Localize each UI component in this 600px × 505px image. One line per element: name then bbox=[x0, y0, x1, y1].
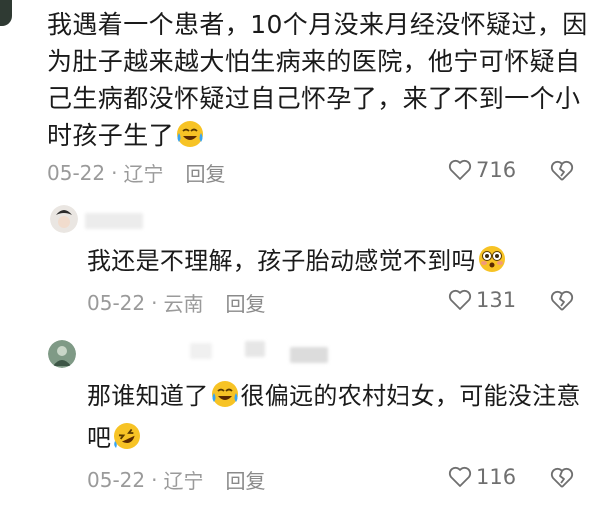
heart-icon bbox=[448, 466, 472, 487]
redacted-username bbox=[245, 341, 265, 357]
like-button[interactable]: 131 bbox=[448, 288, 516, 312]
like-count: 716 bbox=[476, 158, 517, 182]
reply-meta: 05-22 · 辽宁 回复 bbox=[87, 465, 265, 494]
heart-icon bbox=[448, 159, 472, 180]
reply-date: 05-22 bbox=[87, 290, 146, 315]
reply-button[interactable]: 回复 bbox=[225, 465, 265, 494]
crying-laughing-emoji-icon bbox=[210, 379, 240, 420]
reply-button[interactable]: 回复 bbox=[185, 158, 225, 187]
reply-date: 05-22 bbox=[87, 467, 146, 492]
comment-text: 我遇着一个患者，10个月没来月经没怀疑过，因为肚子越来越大怕生病来的医院，他宁可… bbox=[47, 6, 592, 159]
like-count: 116 bbox=[476, 465, 517, 489]
meta-separator: · bbox=[151, 467, 158, 492]
heart-icon bbox=[448, 289, 472, 310]
comment-location: 辽宁 bbox=[123, 162, 164, 186]
reply-avatar[interactable] bbox=[48, 340, 76, 368]
reply-text: 我还是不理解，孩子胎动感觉不到吗 bbox=[87, 243, 587, 285]
redacted-username bbox=[290, 347, 328, 363]
crying-laughing-emoji-icon bbox=[175, 119, 205, 159]
like-button[interactable]: 716 bbox=[448, 158, 516, 182]
reply-location: 云南 bbox=[163, 292, 204, 316]
redacted-username bbox=[190, 343, 212, 359]
broken-heart-icon[interactable] bbox=[550, 467, 574, 489]
broken-heart-icon[interactable] bbox=[550, 290, 574, 312]
reply-location: 辽宁 bbox=[163, 469, 204, 493]
meta-separator: · bbox=[151, 290, 158, 315]
flushed-emoji-icon bbox=[477, 244, 507, 285]
like-count: 131 bbox=[476, 288, 517, 312]
author-avatar[interactable] bbox=[0, 0, 12, 26]
comment-body: 我遇着一个患者，10个月没来月经没怀疑过，因为肚子越来越大怕生病来的医院，他宁可… bbox=[47, 10, 588, 150]
reply-button[interactable]: 回复 bbox=[225, 288, 265, 317]
redacted-username bbox=[85, 213, 143, 229]
comment-meta: 05-22 · 辽宁 回复 bbox=[47, 158, 225, 187]
reply-body: 我还是不理解，孩子胎动感觉不到吗 bbox=[87, 247, 476, 275]
reply-avatar[interactable] bbox=[50, 205, 78, 233]
reply-body: 那谁知道了 bbox=[87, 382, 209, 410]
broken-heart-icon[interactable] bbox=[550, 160, 574, 182]
like-button[interactable]: 116 bbox=[448, 465, 516, 489]
comment-date: 05-22 bbox=[47, 160, 106, 185]
rolling-laughing-emoji-icon bbox=[112, 421, 142, 462]
meta-separator: · bbox=[111, 160, 118, 185]
reply-meta: 05-22 · 云南 回复 bbox=[87, 288, 265, 317]
reply-text: 那谁知道了 很偏远的农村妇女，可能没注意吧 bbox=[87, 378, 587, 462]
